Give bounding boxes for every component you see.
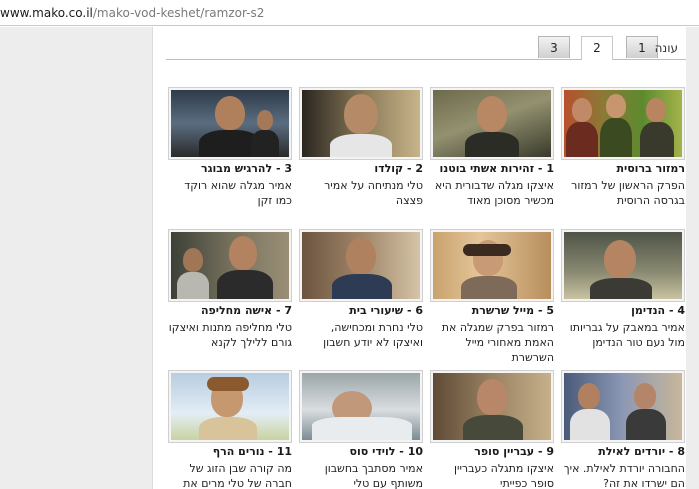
episode-description: מה קורה שבן הזוג של חברה של טלי מרים את … bbox=[183, 462, 292, 489]
episode-description: החבורה יורדת לאילת. איך הם ישרדו את זה? bbox=[563, 462, 685, 489]
episode-title[interactable]: 8 - יורדים לאילת bbox=[561, 445, 685, 458]
episode-thumbnail[interactable] bbox=[168, 229, 292, 302]
episode-card[interactable]: 8 - יורדים לאילת החבורה יורדת לאילת. איך… bbox=[561, 370, 685, 489]
episode-title[interactable]: 4 - הנדימן bbox=[561, 304, 685, 317]
episode-title[interactable]: 6 - שיעורי בית bbox=[299, 304, 423, 317]
episode-description: טלי נחרת ומכחישה, ואיצקו לא יודע חשבון bbox=[323, 321, 423, 349]
episode-thumbnail[interactable] bbox=[299, 229, 423, 302]
url-host: www.mako.co.il bbox=[0, 6, 93, 20]
episode-description: רמזור בפרק שמגלה את האמת מאחורי מייל השר… bbox=[441, 321, 554, 364]
season-selector: 3 2 1 עונה bbox=[166, 36, 686, 60]
address-bar[interactable]: www.mako.co.il/mako-vod-keshet/ramzor-s2 bbox=[0, 0, 699, 26]
episode-card[interactable]: 3 - להרגיש מבוגר אמיר מגלה שהוא רוקד כמו… bbox=[168, 87, 292, 217]
left-gutter bbox=[0, 27, 153, 489]
episode-description: אמיר במאבק על גבריותו מול נעם טור הנדימן bbox=[569, 321, 685, 349]
episode-thumbnail[interactable] bbox=[299, 370, 423, 443]
episode-card[interactable]: 7 - אישה מחליפה טלי מחליפה מתנות ואיצקו … bbox=[168, 229, 292, 359]
season-tab-1[interactable]: 1 bbox=[626, 36, 658, 58]
episode-card[interactable]: 1 - זהירות אשתי בוטנו איצקו מגלה שדבורית… bbox=[430, 87, 554, 217]
episode-description: אמיר מסתבך בחשבון משותף עם טלי bbox=[324, 462, 423, 489]
season-tab-2[interactable]: 2 bbox=[581, 36, 613, 60]
episode-card[interactable]: 10 - לוידי סוס אמיר מסתבך בחשבון משותף ע… bbox=[299, 370, 423, 489]
episode-description: איצקו מתגלה כעבריין סופר כפייתי bbox=[454, 462, 554, 489]
episode-thumbnail[interactable] bbox=[561, 87, 685, 160]
episode-thumbnail[interactable] bbox=[430, 87, 554, 160]
episode-title[interactable]: 11 - נורים הרף bbox=[168, 445, 292, 458]
season-tab-3[interactable]: 3 bbox=[538, 36, 570, 58]
episode-title[interactable]: 9 - עבריין סופר bbox=[430, 445, 554, 458]
episode-description: טלי מחליפה מתנות ואיצקו גורם ללילך לקנא bbox=[168, 321, 292, 349]
episode-description: הפרק הראשון של רמזור בגרסה הרוסית bbox=[571, 179, 685, 207]
season-label: עונה bbox=[654, 41, 678, 55]
episode-card[interactable]: 6 - שיעורי בית טלי נחרת ומכחישה, ואיצקו … bbox=[299, 229, 423, 359]
main-content: 3 2 1 עונה רמזור ברוסית הפרק הראשון של ר… bbox=[154, 27, 686, 489]
episode-thumbnail[interactable] bbox=[430, 229, 554, 302]
episode-card[interactable]: 2 - קולדו טלי מנתיחה על אמיר פצצה bbox=[299, 87, 423, 217]
episode-title[interactable]: 1 - זהירות אשתי בוטנו bbox=[430, 162, 554, 175]
episode-description: טלי מנתיחה על אמיר פצצה bbox=[324, 179, 423, 207]
episode-card[interactable]: רמזור ברוסית הפרק הראשון של רמזור בגרסה … bbox=[561, 87, 685, 217]
episode-title[interactable]: 7 - אישה מחליפה bbox=[168, 304, 292, 317]
episode-description: איצקו מגלה שדבורית היא מכשיר מסוכן מאוד bbox=[434, 179, 554, 207]
episode-thumbnail[interactable] bbox=[168, 87, 292, 160]
episode-description: אמיר מגלה שהוא רוקד כמו זקן bbox=[184, 179, 292, 207]
episode-title[interactable]: 10 - לוידי סוס bbox=[299, 445, 423, 458]
episode-thumbnail[interactable] bbox=[430, 370, 554, 443]
right-gutter bbox=[686, 27, 699, 489]
episode-card[interactable]: 11 - נורים הרף מה קורה שבן הזוג של חברה … bbox=[168, 370, 292, 489]
episode-title[interactable]: 5 - מייל שרשרת bbox=[430, 304, 554, 317]
episode-thumbnail[interactable] bbox=[561, 370, 685, 443]
episode-thumbnail[interactable] bbox=[168, 370, 292, 443]
episode-thumbnail[interactable] bbox=[561, 229, 685, 302]
episode-title[interactable]: 2 - קולדו bbox=[299, 162, 423, 175]
episode-title[interactable]: רמזור ברוסית bbox=[561, 162, 685, 175]
episode-card[interactable]: 9 - עבריין סופר איצקו מתגלה כעבריין סופר… bbox=[430, 370, 554, 489]
episode-thumbnail[interactable] bbox=[299, 87, 423, 160]
episode-card[interactable]: 4 - הנדימן אמיר במאבק על גבריותו מול נעם… bbox=[561, 229, 685, 359]
episode-title[interactable]: 3 - להרגיש מבוגר bbox=[168, 162, 292, 175]
episode-card[interactable]: 5 - מייל שרשרת רמזור בפרק שמגלה את האמת … bbox=[430, 229, 554, 364]
url-path: /mako-vod-keshet/ramzor-s2 bbox=[92, 6, 265, 20]
